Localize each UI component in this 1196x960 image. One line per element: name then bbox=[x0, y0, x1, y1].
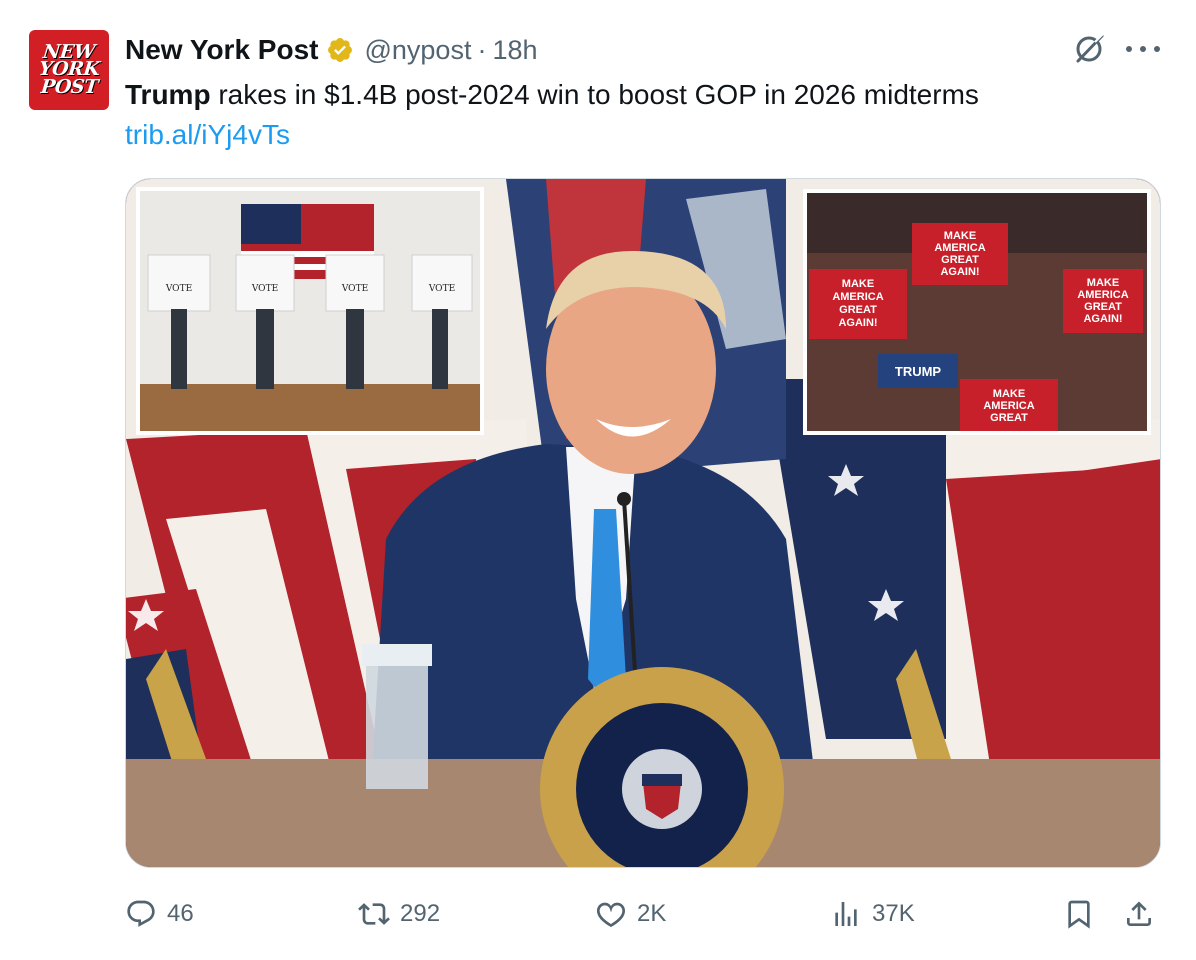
svg-text:AGAIN!: AGAIN! bbox=[940, 266, 979, 278]
handle[interactable]: @nypost bbox=[364, 35, 471, 66]
svg-text:GREAT: GREAT bbox=[839, 304, 877, 316]
logo-line-3: POST bbox=[39, 75, 99, 98]
grok-icon[interactable] bbox=[1070, 30, 1108, 68]
separator-dot: · bbox=[477, 34, 487, 65]
heart-icon bbox=[596, 902, 626, 928]
svg-text:AGAIN!: AGAIN! bbox=[1083, 313, 1122, 325]
booth-label: VOTE bbox=[251, 284, 278, 294]
like-button[interactable]: 2K bbox=[595, 892, 666, 936]
timestamp[interactable]: 18h bbox=[492, 35, 537, 66]
inset-voting-booths: VOTE VOTE VOTE VOTE bbox=[136, 187, 484, 435]
tweet-text-bold: Trump bbox=[125, 79, 211, 110]
reply-button[interactable]: 46 bbox=[125, 892, 194, 936]
bookmark-icon bbox=[1068, 900, 1090, 929]
more-dot bbox=[1154, 46, 1160, 52]
svg-text:MAKE: MAKE bbox=[842, 278, 874, 290]
tweet-link[interactable]: trib.al/iYj4vTs bbox=[125, 118, 290, 152]
tweet-header: New York Post @nypost · 18h bbox=[125, 32, 538, 68]
booth-label: VOTE bbox=[341, 284, 368, 294]
views-button[interactable]: 37K bbox=[830, 892, 915, 936]
views-count: 37K bbox=[872, 900, 915, 927]
share-button[interactable] bbox=[1123, 892, 1155, 936]
booth-label: VOTE bbox=[165, 284, 192, 294]
nypost-logo: NEW YORK POST bbox=[29, 30, 109, 110]
svg-text:MAKE: MAKE bbox=[993, 388, 1025, 400]
verified-badge-icon[interactable] bbox=[326, 36, 354, 64]
inset-maga-rally: MAKE AMERICA GREAT AGAIN! MAKE AMERICA G… bbox=[803, 189, 1151, 435]
more-dot bbox=[1126, 46, 1132, 52]
action-bar: 46 292 2K 37K bbox=[125, 892, 1165, 936]
share-icon bbox=[1127, 901, 1151, 926]
reply-count: 46 bbox=[167, 900, 194, 927]
svg-text:GREAT: GREAT bbox=[941, 254, 979, 266]
bookmark-button[interactable] bbox=[1063, 892, 1095, 936]
svg-text:GREAT: GREAT bbox=[990, 412, 1028, 424]
svg-text:AGAIN!: AGAIN! bbox=[838, 317, 877, 329]
repost-count: 292 bbox=[400, 900, 441, 927]
tweet: NEW YORK POST New York Post @nypost · 18… bbox=[0, 0, 1196, 960]
sign-text: MAKE bbox=[944, 230, 976, 242]
display-name[interactable]: New York Post bbox=[125, 34, 318, 66]
more-dot bbox=[1140, 46, 1146, 52]
tweet-text: Trump rakes in $1.4B post-2024 win to bo… bbox=[125, 78, 979, 112]
more-icon[interactable] bbox=[1126, 32, 1160, 66]
booth-label: VOTE bbox=[428, 284, 455, 294]
tweet-text-rest: rakes in $1.4B post-2024 win to boost GO… bbox=[210, 79, 979, 110]
trump-banner-text: TRUMP bbox=[895, 364, 942, 379]
repost-button[interactable]: 292 bbox=[358, 892, 440, 936]
svg-text:AMERICA: AMERICA bbox=[832, 291, 883, 303]
views-chart-icon bbox=[835, 902, 857, 926]
svg-text:AMERICA: AMERICA bbox=[983, 400, 1034, 412]
repost-icon bbox=[358, 903, 390, 925]
svg-text:AMERICA: AMERICA bbox=[934, 242, 985, 254]
svg-text:AMERICA: AMERICA bbox=[1077, 289, 1128, 301]
media-image[interactable]: VOTE VOTE VOTE VOTE MAKE AMERICA GREAT A… bbox=[125, 178, 1161, 868]
reply-icon bbox=[127, 900, 155, 927]
svg-text:GREAT: GREAT bbox=[1084, 301, 1122, 313]
svg-text:MAKE: MAKE bbox=[1087, 277, 1119, 289]
media-illustration: VOTE VOTE VOTE VOTE MAKE AMERICA GREAT A… bbox=[126, 179, 1160, 867]
like-count: 2K bbox=[637, 900, 667, 927]
avatar[interactable]: NEW YORK POST bbox=[29, 30, 109, 110]
water-glass bbox=[366, 649, 428, 789]
